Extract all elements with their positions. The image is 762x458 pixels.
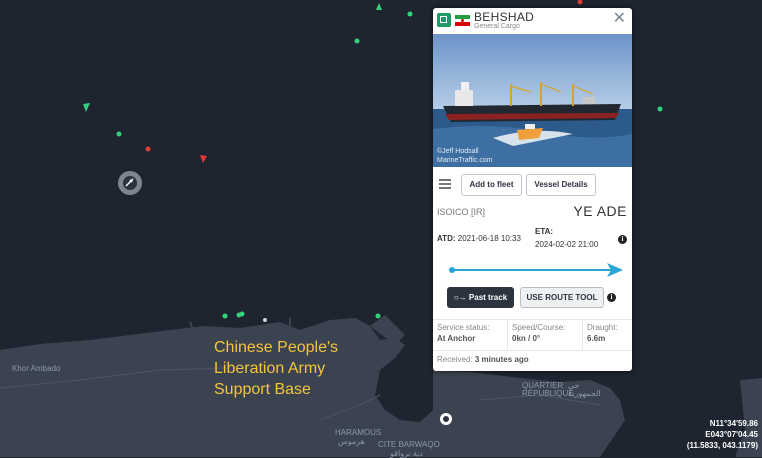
vessel-marker[interactable] <box>375 313 381 319</box>
eta-label: ETA: <box>535 227 554 236</box>
vessel-marker[interactable] <box>354 38 360 44</box>
received-label: Received: <box>437 355 473 364</box>
route-tool-button[interactable]: USE ROUTE TOOL <box>520 287 604 308</box>
annotation-line: Chinese People's <box>214 339 339 356</box>
add-to-fleet-button[interactable]: Add to fleet <box>461 174 522 196</box>
place-label-haramous: HARAMOUS <box>335 428 382 437</box>
voyage-progress-bar <box>449 263 623 277</box>
route-origin: YE <box>573 203 594 219</box>
eta-info-icon[interactable]: i <box>618 235 627 244</box>
vessel-stats: Service status: At Anchor Speed/Course: … <box>433 319 632 351</box>
port-icon[interactable] <box>440 413 452 425</box>
draught-value: 6.6m <box>587 334 606 343</box>
map-canvas[interactable] <box>0 0 762 457</box>
speed-course: Speed/Course: 0kn / 0° <box>512 323 582 349</box>
route-tool-info-icon[interactable]: i <box>607 293 616 302</box>
cargo-type-icon <box>437 13 451 27</box>
coord-lon: E043°07'04.45 <box>705 430 758 439</box>
voyage-route: YE ADE <box>573 203 627 219</box>
route-destination: ADE <box>596 203 627 219</box>
vessel-marker[interactable] <box>239 311 245 317</box>
vessel-photo[interactable]: ©Jeff Hodsall MarineTraffic.com <box>433 34 632 167</box>
received-row: Received: 3 minutes ago <box>437 355 529 364</box>
received-value: 3 minutes ago <box>474 355 529 364</box>
hamburger-icon[interactable] <box>439 179 451 191</box>
photo-credit-line: MarineTraffic.com <box>437 157 493 164</box>
past-track-button[interactable]: ○→ Past track <box>447 287 514 308</box>
service-status-label: Service status: <box>437 323 490 332</box>
map-annotation-label: Chinese People's Liberation Army Support… <box>214 337 338 400</box>
service-status: Service status: At Anchor <box>437 323 507 349</box>
eta-value: 2024-02-02 21:00 <box>535 240 599 249</box>
place-label-quartier-arabic: حي الجمهورية <box>568 381 601 398</box>
speed-course-value: 0kn / 0° <box>512 334 541 343</box>
speed-course-label: Speed/Course: <box>512 323 566 332</box>
vessel-type: General Cargo <box>474 23 520 30</box>
draught: Draught: 6.6m <box>587 323 631 349</box>
vessel-marker[interactable] <box>145 146 151 152</box>
vessel-marker[interactable] <box>657 106 663 112</box>
past-track-label: Past track <box>468 293 508 302</box>
coord-decimal: (11.5833, 043.1179) <box>686 441 758 450</box>
service-status-value: At Anchor <box>437 334 476 343</box>
vessel-marker[interactable] <box>263 318 267 322</box>
past-track-icon: ○→ <box>453 293 467 302</box>
vessel-marker[interactable] <box>116 131 122 137</box>
divider <box>582 320 583 350</box>
vessel-owner: ISOICO [IR] <box>437 207 486 217</box>
draught-label: Draught: <box>587 323 618 332</box>
card-header: BEHSHAD General Cargo ✕ <box>433 8 632 34</box>
place-label-haramous-arabic: هرموس <box>338 437 365 446</box>
vessel-name: BEHSHAD <box>474 10 535 24</box>
cursor-coordinates: N11°34'59.86 E043°07'04.45 (11.5833, 043… <box>687 418 758 451</box>
annotation-line: Liberation Army <box>214 360 326 377</box>
atd-value: 2021-06-18 10:33 <box>457 234 521 243</box>
close-icon[interactable]: ✕ <box>613 11 626 27</box>
place-label-khor-ambado: Khor Ambado <box>12 364 61 373</box>
vessel-details-button[interactable]: Vessel Details <box>526 174 596 196</box>
place-label-cite-barwaqo: CITE BARWAQO <box>378 440 440 449</box>
vessel-marker[interactable] <box>222 313 228 319</box>
atd-row: ATD: 2021-06-18 10:33 <box>437 234 521 243</box>
selected-vessel-icon[interactable] <box>118 171 142 195</box>
annotation-line: Support Base <box>214 381 311 398</box>
vessel-marker[interactable] <box>407 11 413 17</box>
divider <box>507 320 508 350</box>
photo-credit-line: ©Jeff Hodsall <box>437 148 479 155</box>
atd-label: ATD: <box>437 234 456 243</box>
coord-lat: N11°34'59.86 <box>709 419 758 428</box>
vessel-info-card: BEHSHAD General Cargo ✕ ©Jeff Hodsall Ma… <box>433 8 632 371</box>
place-label-quartier: QUARTIER RÉPUBLIQUE <box>522 381 574 398</box>
action-row: Add to fleet Vessel Details <box>433 172 632 196</box>
iran-flag-icon <box>455 15 470 26</box>
photo-credit: ©Jeff Hodsall MarineTraffic.com <box>437 147 493 165</box>
